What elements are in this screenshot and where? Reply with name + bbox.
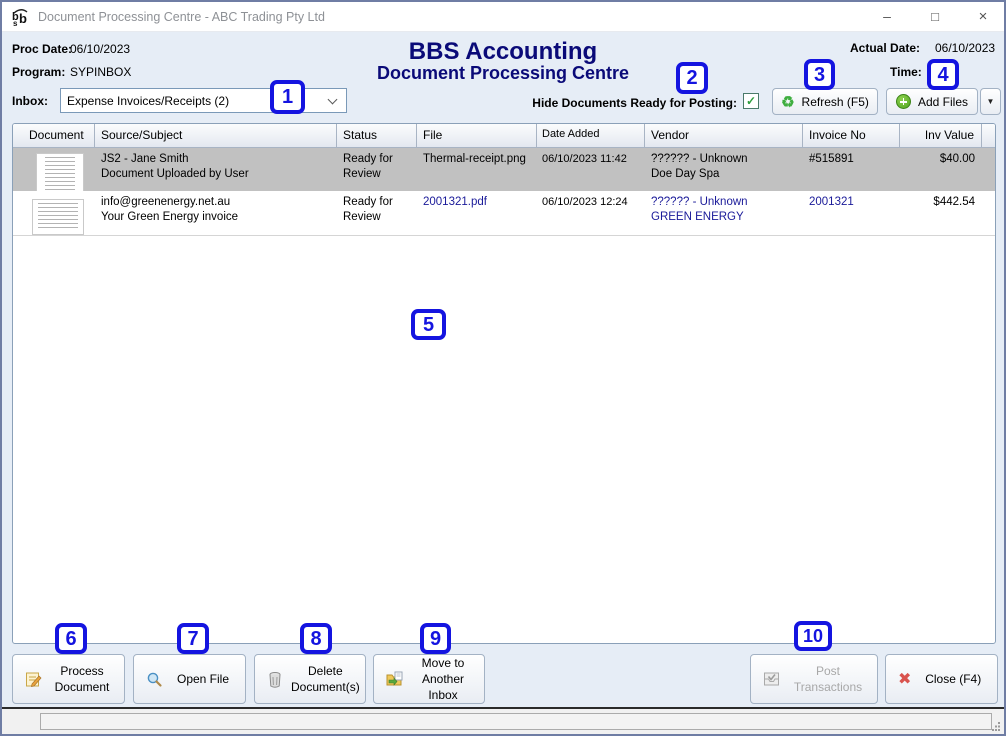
column-header-file[interactable]: File bbox=[417, 124, 537, 147]
time-label: Time: bbox=[890, 65, 922, 79]
minimize-icon[interactable]: – bbox=[870, 2, 904, 31]
add-files-button[interactable]: Add Files bbox=[886, 88, 978, 115]
status-bar bbox=[2, 707, 1004, 734]
invoice-no-cell[interactable]: 2001321 bbox=[803, 191, 900, 235]
column-header-source[interactable]: Source/Subject bbox=[95, 124, 337, 147]
column-header-inv-value[interactable]: Inv Value bbox=[900, 124, 982, 147]
column-header-vendor[interactable]: Vendor bbox=[645, 124, 803, 147]
open-file-button[interactable]: Open File bbox=[133, 654, 246, 704]
resize-grip-icon[interactable] bbox=[992, 722, 1001, 731]
table-row[interactable]: info@greenenergy.net.au Your Green Energ… bbox=[13, 191, 995, 236]
som-mark-8: 8 bbox=[300, 623, 332, 654]
som-mark-3: 3 bbox=[804, 59, 835, 90]
app-logo-icon: b s b bbox=[11, 7, 31, 27]
column-header-document[interactable]: Document bbox=[13, 124, 95, 147]
date-added-cell: 06/10/2023 11:42 bbox=[537, 148, 645, 191]
move-folder-icon bbox=[386, 671, 404, 687]
receipt-thumbnail bbox=[36, 153, 84, 191]
actual-date-value: 06/10/2023 bbox=[935, 41, 995, 55]
som-mark-9: 9 bbox=[420, 623, 451, 654]
documents-table: Document Source/Subject Status File Date… bbox=[12, 123, 996, 644]
column-header-invoice-no[interactable]: Invoice No bbox=[803, 124, 900, 147]
plus-icon bbox=[896, 94, 911, 109]
svg-text:b: b bbox=[19, 11, 27, 26]
inv-value-cell: $442.54 bbox=[900, 191, 982, 235]
refresh-icon: ♻ bbox=[781, 93, 794, 111]
source-cell: JS2 - Jane Smith Document Uploaded by Us… bbox=[95, 148, 337, 191]
table-header-row: Document Source/Subject Status File Date… bbox=[13, 124, 995, 148]
som-mark-2: 2 bbox=[676, 62, 708, 94]
process-document-icon bbox=[25, 671, 42, 688]
inv-value-cell: $40.00 bbox=[900, 148, 982, 191]
check-icon: ✓ bbox=[746, 94, 756, 108]
status-cell: Ready for Review bbox=[337, 148, 417, 191]
magnifier-icon bbox=[146, 671, 163, 688]
column-header-date-added[interactable]: Date Added bbox=[537, 124, 645, 147]
close-window-icon[interactable]: × bbox=[966, 2, 1000, 31]
vendor-cell[interactable]: ?????? - Unknown GREEN ENERGY bbox=[645, 191, 803, 235]
source-cell: info@greenenergy.net.au Your Green Energ… bbox=[95, 191, 337, 235]
som-mark-5: 5 bbox=[411, 309, 446, 340]
hide-posting-checkbox[interactable]: ✓ bbox=[743, 93, 759, 109]
titlebar: b s b Document Processing Centre - ABC T… bbox=[2, 2, 1004, 32]
app-subtitle: Document Processing Centre bbox=[2, 63, 1004, 84]
som-mark-1: 1 bbox=[270, 80, 305, 114]
window-title: Document Processing Centre - ABC Trading… bbox=[38, 10, 325, 24]
som-mark-7: 7 bbox=[177, 623, 209, 654]
svg-text:s: s bbox=[13, 19, 18, 27]
post-transactions-icon bbox=[763, 671, 781, 687]
add-files-dropdown-button[interactable]: ▼ bbox=[980, 88, 1001, 115]
post-transactions-button[interactable]: PostTransactions bbox=[750, 654, 878, 704]
actual-date-label: Actual Date: bbox=[850, 41, 920, 55]
date-added-cell: 06/10/2023 12:24 bbox=[537, 191, 645, 235]
dropdown-arrow-icon: ▼ bbox=[987, 97, 995, 106]
trash-icon bbox=[267, 671, 283, 688]
app-window: b s b Document Processing Centre - ABC T… bbox=[0, 0, 1006, 736]
refresh-button[interactable]: ♻ Refresh (F5) bbox=[772, 88, 878, 115]
som-mark-4: 4 bbox=[927, 59, 959, 90]
red-x-icon: ✖ bbox=[898, 669, 911, 689]
move-to-inbox-button[interactable]: Move to AnotherInbox bbox=[373, 654, 485, 704]
refresh-button-label: Refresh (F5) bbox=[802, 95, 869, 109]
status-field bbox=[40, 713, 992, 730]
status-cell: Ready for Review bbox=[337, 191, 417, 235]
document-cell bbox=[13, 191, 95, 235]
column-header-status[interactable]: Status bbox=[337, 124, 417, 147]
add-files-button-label: Add Files bbox=[918, 95, 968, 109]
process-document-button[interactable]: ProcessDocument bbox=[12, 654, 125, 704]
invoice-thumbnail bbox=[32, 199, 84, 235]
inbox-selected-value: Expense Invoices/Receipts (2) bbox=[67, 94, 229, 108]
maximize-icon[interactable]: □ bbox=[918, 2, 952, 31]
chevron-down-icon bbox=[329, 96, 337, 104]
close-button[interactable]: ✖ Close (F4) bbox=[885, 654, 998, 704]
inbox-label: Inbox: bbox=[12, 94, 48, 108]
som-mark-10: 10 bbox=[794, 621, 832, 651]
file-cell[interactable]: Thermal-receipt.png bbox=[417, 148, 537, 191]
delete-documents-button[interactable]: DeleteDocument(s) bbox=[254, 654, 366, 704]
hide-posting-label: Hide Documents Ready for Posting: bbox=[517, 96, 737, 110]
som-mark-6: 6 bbox=[55, 623, 87, 654]
table-row[interactable]: JS2 - Jane Smith Document Uploaded by Us… bbox=[13, 148, 995, 191]
document-cell bbox=[13, 148, 95, 191]
file-link[interactable]: 2001321.pdf bbox=[417, 191, 537, 235]
invoice-no-cell: #515891 bbox=[803, 148, 900, 191]
vendor-cell: ?????? - Unknown Doe Day Spa bbox=[645, 148, 803, 191]
